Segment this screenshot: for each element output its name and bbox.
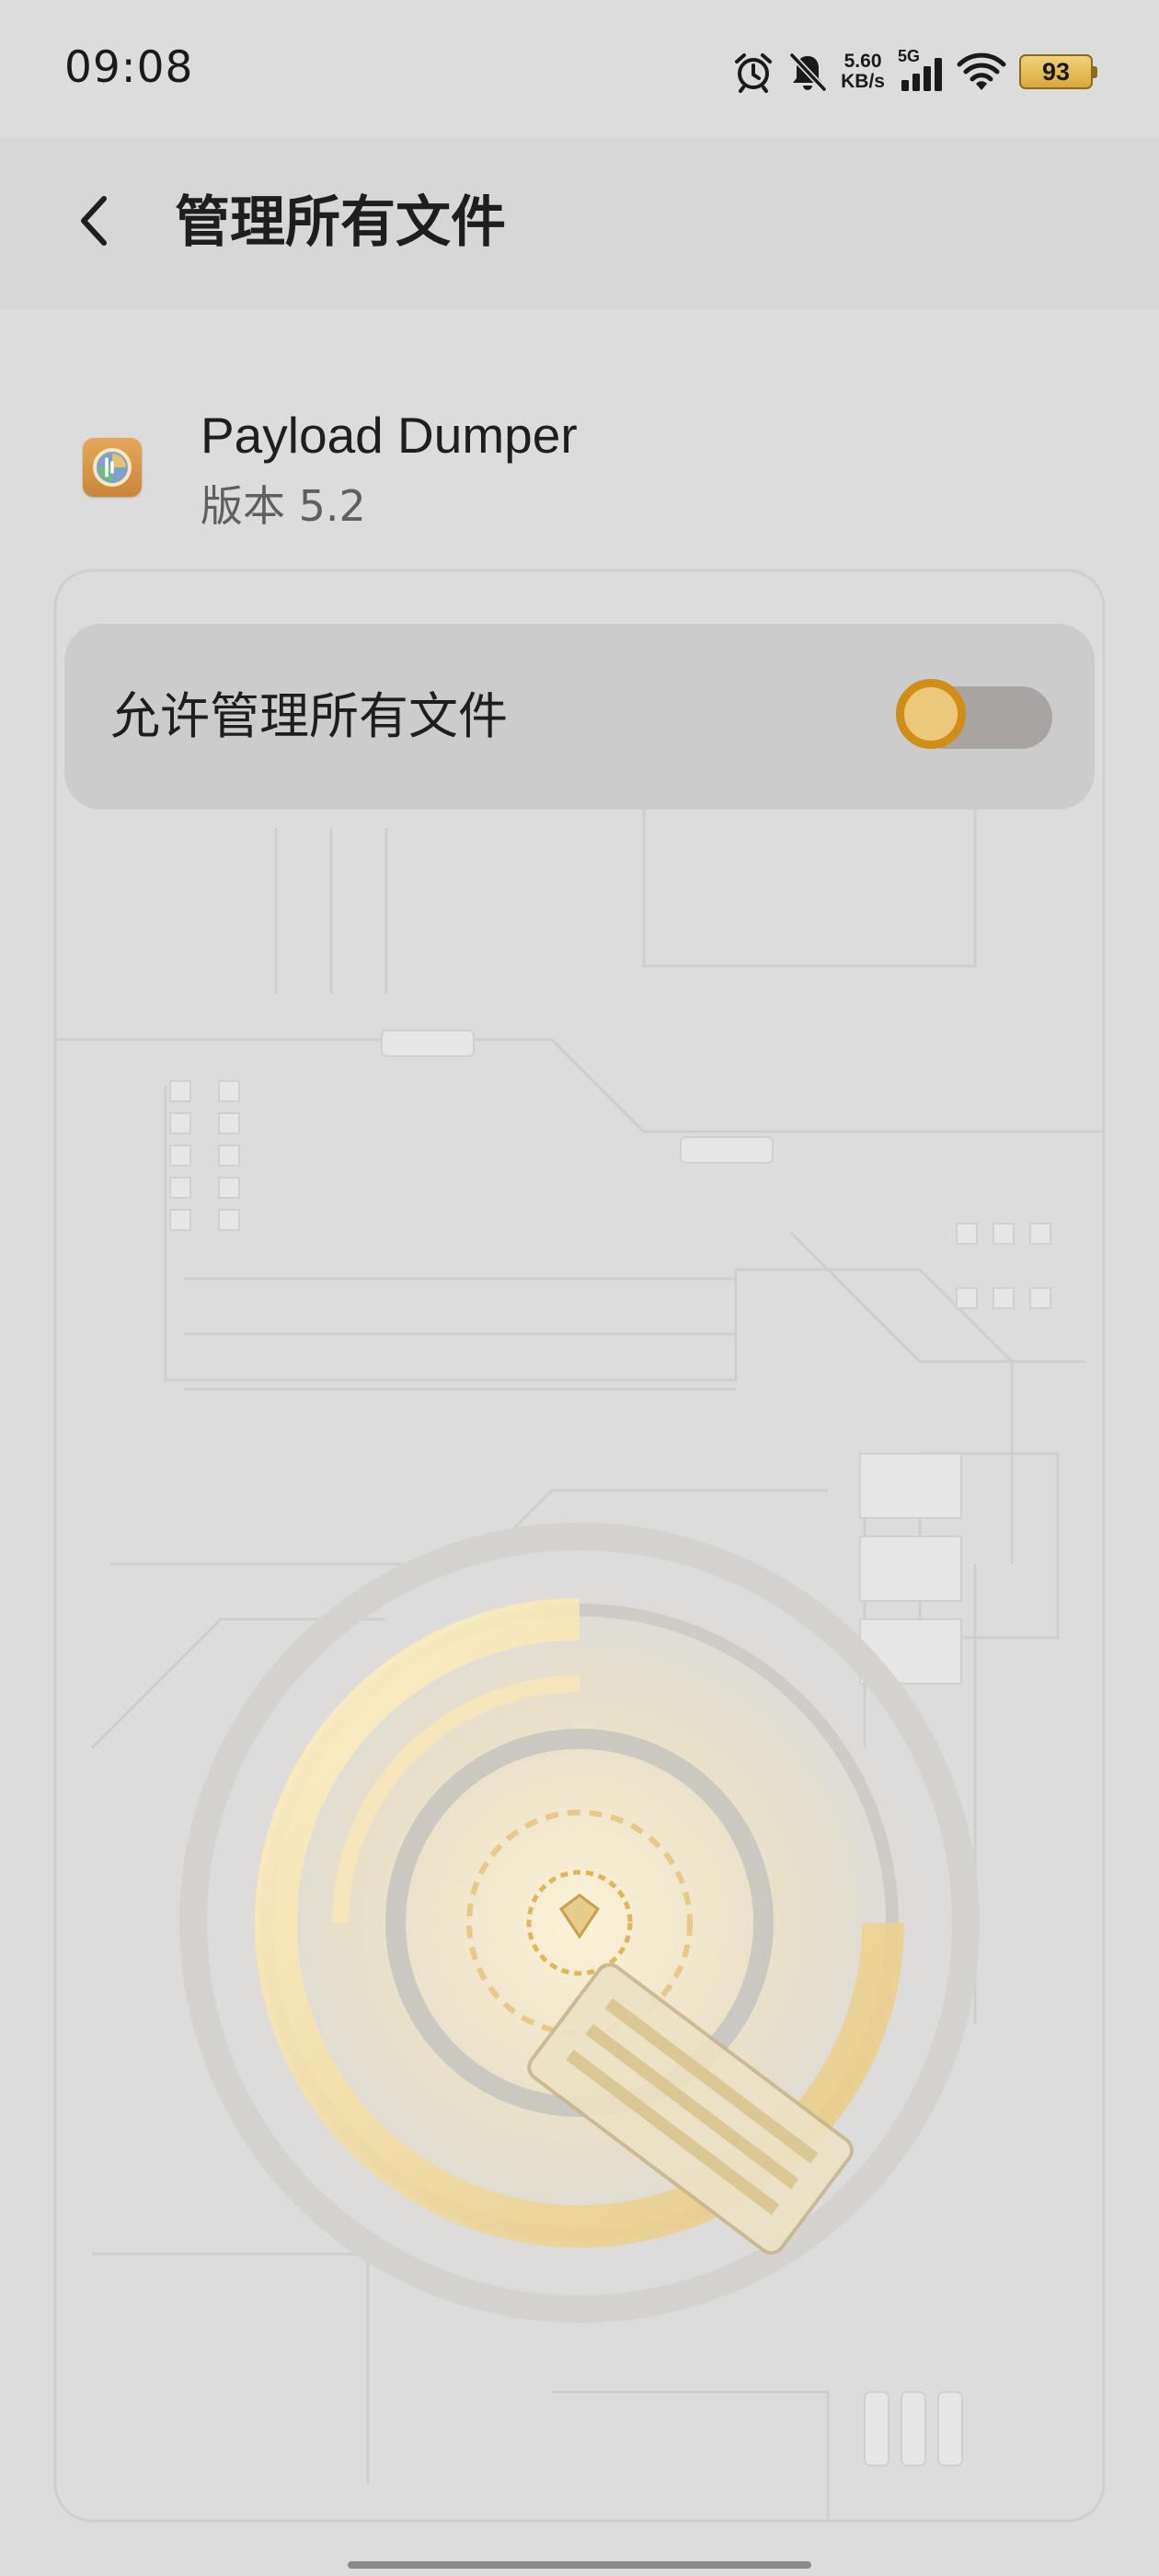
net-speed-value: 5.60 — [843, 51, 882, 72]
wifi-icon — [957, 52, 1006, 92]
allow-manage-files-label: 允许管理所有文件 — [110, 687, 508, 745]
mute-bell-icon — [787, 51, 828, 93]
net-speed: 5.60 KB/s — [841, 52, 885, 92]
app-version: 版本 5.2 — [201, 481, 366, 531]
allow-manage-files-toggle[interactable] — [896, 679, 1058, 754]
app-info: Payload Dumper 版本 5.2 — [0, 386, 1159, 552]
chevron-left-icon — [81, 196, 107, 246]
app-name: Payload Dumper — [201, 407, 578, 464]
toggle-thumb — [896, 679, 966, 749]
status-time: 09:08 — [64, 42, 194, 93]
battery-icon: 93 — [1019, 54, 1097, 89]
home-indicator[interactable] — [348, 2561, 811, 2569]
app-icon — [83, 438, 142, 497]
signal-icon: 5G — [898, 47, 944, 95]
net-speed-unit: KB/s — [841, 71, 885, 92]
alarm-icon — [732, 51, 775, 93]
back-button[interactable] — [57, 184, 131, 258]
battery-level: 93 — [1041, 57, 1071, 86]
status-bar: 09:08 5.60 KB/s 5G 93 — [0, 0, 1159, 138]
page-title: 管理所有文件 — [175, 190, 506, 255]
status-icons: 5.60 KB/s 5G 93 — [732, 46, 1097, 98]
top-app-bar: 管理所有文件 — [0, 138, 1159, 309]
allow-manage-files-card[interactable]: 允许管理所有文件 — [64, 624, 1095, 810]
